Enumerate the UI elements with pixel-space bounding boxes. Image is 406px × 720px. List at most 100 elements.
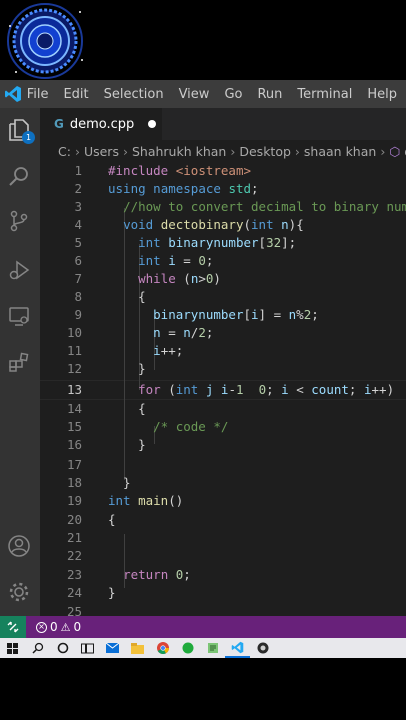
error-count: 0	[50, 620, 58, 634]
code-line: 25	[40, 603, 406, 616]
line-number: 9	[74, 307, 82, 322]
settings-gear-icon[interactable]	[5, 578, 33, 606]
line-number: 24	[66, 585, 82, 600]
code-editor[interactable]: 1 #include <iostream> 2 using namespace st…	[40, 162, 406, 616]
breadcrumb-item[interactable]: Desktop	[239, 144, 291, 159]
line-number: 5	[74, 235, 82, 250]
line-number: 11	[66, 343, 82, 358]
chrome-icon[interactable]	[150, 638, 175, 658]
unsaved-dot-icon[interactable]	[148, 120, 157, 128]
breadcrumb-item[interactable]: Users	[84, 144, 119, 159]
chevron-right-icon: ›	[74, 143, 80, 159]
code-line: 19 int main()	[40, 492, 406, 510]
video-overlay-top	[0, 0, 406, 80]
code-line: 20{	[40, 511, 406, 529]
chevron-right-icon: ›	[294, 143, 300, 159]
tab-label: demo.cpp	[69, 116, 135, 132]
breadcrumb-item[interactable]: Shahrukh khan	[132, 144, 226, 159]
app-dark-icon[interactable]	[250, 638, 275, 658]
code-line: 17	[40, 456, 406, 474]
cube-symbol-icon: ⬡	[389, 143, 401, 159]
cpp-file-icon: G	[54, 117, 64, 131]
remote-indicator-icon[interactable]	[0, 616, 26, 638]
menu-help[interactable]: Help	[367, 87, 406, 102]
code-line: 6 int i = 0;	[40, 252, 406, 270]
error-icon: ×	[36, 621, 47, 633]
line-number: 25	[66, 604, 82, 616]
code-line: 10 n = n/2;	[40, 324, 406, 342]
line-number: 19	[66, 493, 82, 508]
code-line-active: 13 for (int j i-1 0; i < count; i++)	[40, 381, 406, 399]
line-number: 12	[66, 361, 82, 376]
line-number: 17	[66, 457, 82, 472]
windows-start-icon[interactable]	[0, 638, 25, 658]
code-line: 14 {	[40, 400, 406, 418]
line-number: 10	[66, 325, 82, 340]
code-line: 8 {	[40, 288, 406, 306]
chevron-right-icon: ›	[122, 143, 128, 159]
code-line: 21	[40, 529, 406, 547]
breadcrumb-item[interactable]: C:	[58, 144, 71, 159]
code-line: 16 }	[40, 436, 406, 454]
code-line: 7 while (n>0)	[40, 270, 406, 288]
line-number: 18	[66, 475, 82, 490]
file-explorer-icon[interactable]	[125, 638, 150, 658]
remote-explorer-icon[interactable]	[5, 302, 33, 330]
explorer-icon[interactable]: 1	[5, 116, 35, 144]
line-number: 23	[66, 567, 82, 582]
tab-demo-cpp[interactable]: G demo.cpp	[40, 108, 162, 140]
line-number: 14	[66, 401, 82, 416]
code-line: 24}	[40, 584, 406, 602]
code-line: 9 binarynumber[i] = n%2;	[40, 306, 406, 324]
tab-bar: G demo.cpp	[40, 108, 406, 140]
explorer-badge: 1	[22, 131, 35, 144]
chevron-right-icon: ›	[380, 143, 386, 159]
line-number: 1	[74, 163, 82, 178]
status-bar: × 0 ⚠ 0	[0, 616, 406, 638]
problems-status[interactable]: × 0 ⚠ 0	[36, 620, 81, 634]
taskbar-search-icon[interactable]	[25, 638, 50, 658]
code-line: 22	[40, 547, 406, 565]
line-number: 13	[66, 382, 82, 397]
menu-edit[interactable]: Edit	[63, 87, 97, 102]
breadcrumb: C: › Users › Shahrukh khan › Desktop › s…	[40, 140, 406, 162]
app-green-circle-icon[interactable]	[175, 638, 200, 658]
line-number: 3	[74, 199, 82, 214]
search-icon[interactable]	[5, 162, 33, 190]
menu-selection[interactable]: Selection	[104, 87, 173, 102]
vscode-taskbar-icon[interactable]	[225, 638, 250, 658]
mail-app-icon[interactable]	[100, 638, 125, 658]
channel-logo-icon	[7, 3, 83, 79]
vscode-logo-icon	[0, 80, 27, 108]
notepad-icon[interactable]	[200, 638, 225, 658]
cortana-icon[interactable]	[50, 638, 75, 658]
chevron-right-icon: ›	[230, 143, 236, 159]
line-number: 22	[66, 548, 82, 563]
line-number: 21	[66, 530, 82, 545]
activity-bar: 1	[0, 108, 40, 616]
menu-bar: File Edit Selection View Go Run Terminal…	[0, 80, 406, 108]
account-icon[interactable]	[5, 532, 33, 560]
code-line: 15 /* code */	[40, 418, 406, 436]
task-view-icon[interactable]	[75, 638, 100, 658]
breadcrumb-item[interactable]: shaan khan	[304, 144, 376, 159]
menu-terminal[interactable]: Terminal	[297, 87, 361, 102]
code-line: 5 int binarynumber[32];	[40, 234, 406, 252]
menu-file[interactable]: File	[27, 87, 58, 102]
code-line: 3 //how to convert decimal to binary num…	[40, 198, 406, 216]
code-line: 1 #include <iostream>	[40, 162, 406, 180]
line-number: 2	[74, 181, 82, 196]
code-line: 23 return 0;	[40, 566, 406, 584]
line-number: 16	[66, 437, 82, 452]
menu-go[interactable]: Go	[224, 87, 251, 102]
menu-run[interactable]: Run	[257, 87, 291, 102]
line-number: 6	[74, 253, 82, 268]
line-number: 7	[74, 271, 82, 286]
source-control-icon[interactable]	[5, 207, 33, 235]
run-debug-icon[interactable]	[5, 256, 33, 284]
windows-taskbar	[0, 638, 406, 658]
line-number: 15	[66, 419, 82, 434]
extensions-icon[interactable]	[5, 348, 33, 376]
menu-view[interactable]: View	[179, 87, 219, 102]
code-line: 4 void dectobinary(int n){	[40, 216, 406, 234]
